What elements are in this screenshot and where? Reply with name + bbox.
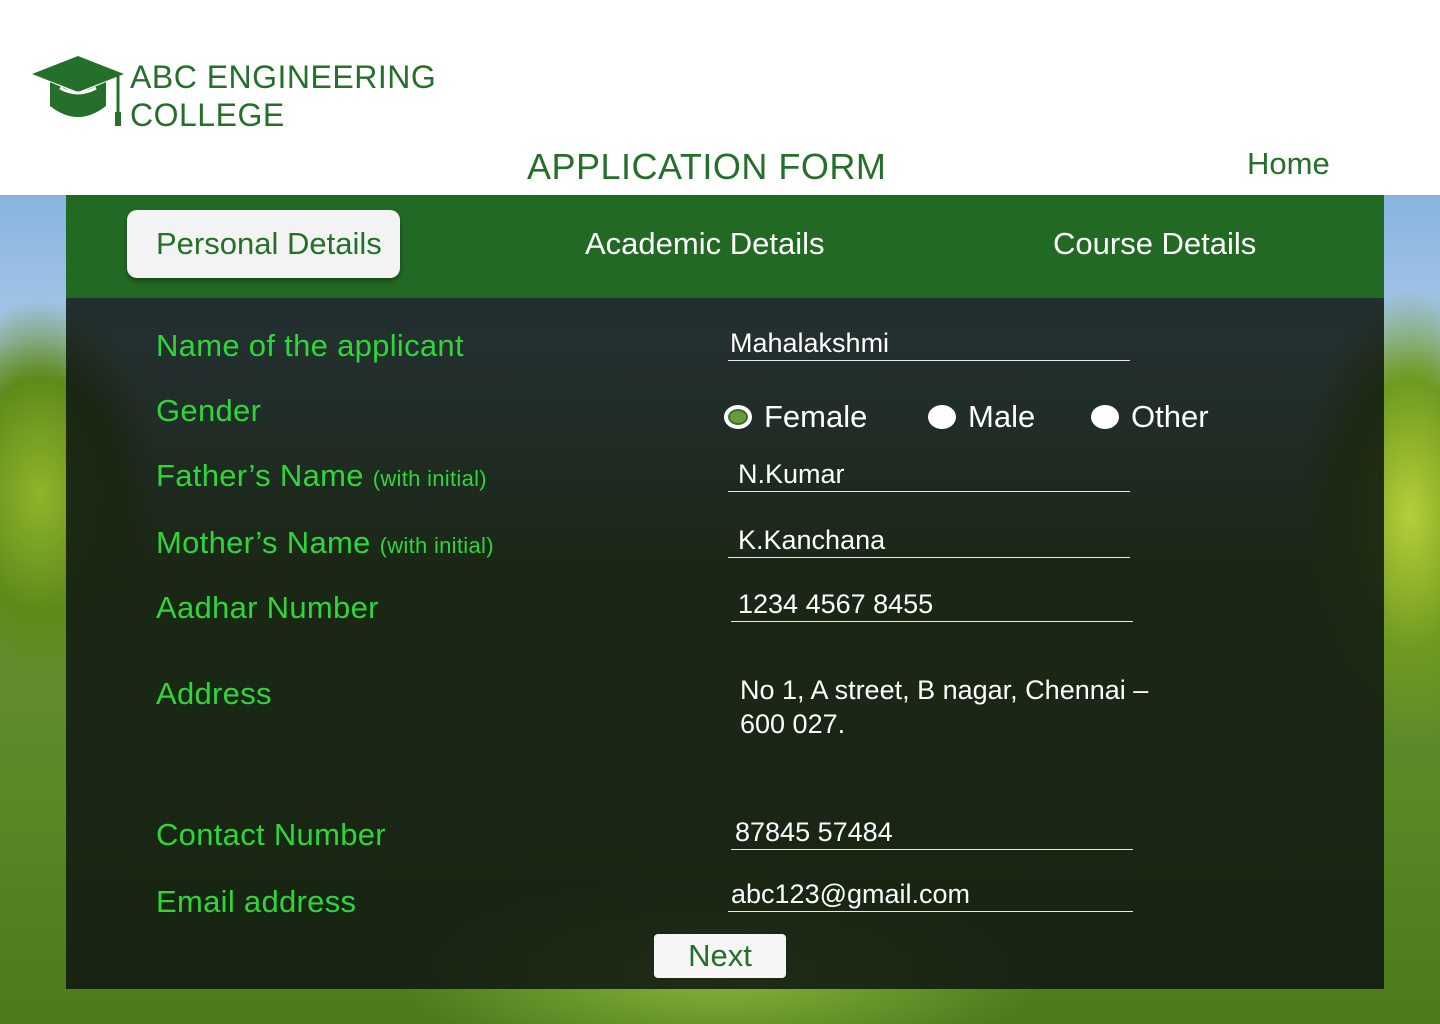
contact-number-input[interactable]: 87845 57484 [731, 814, 1133, 850]
radio-unchecked-icon [928, 405, 956, 429]
mother-name-label-text: Mother’s Name [156, 525, 371, 560]
email-label: Email address [156, 884, 357, 919]
mother-name-label: Mother’s Name (with initial) [156, 525, 494, 561]
father-name-label: Father’s Name (with initial) [156, 458, 487, 494]
page-title: APPLICATION FORM [527, 146, 887, 187]
email-input[interactable]: abc123@gmail.com [728, 876, 1133, 912]
college-name-line2: COLLEGE [130, 97, 285, 133]
tab-bar: Personal Details Academic Details Course… [66, 195, 1384, 298]
address-line2: 600 027. [740, 709, 846, 739]
gender-radio-other[interactable]: Other [1091, 397, 1209, 437]
college-name-line1: ABC ENGINEERING [130, 59, 437, 95]
tab-academic-details[interactable]: Academic Details [585, 210, 824, 278]
page-header: ABC ENGINEERING COLLEGE APPLICATION FORM… [0, 0, 1440, 195]
tab-personal-details[interactable]: Personal Details [127, 210, 400, 278]
gender-option-male: Male [968, 399, 1036, 434]
father-name-label-text: Father’s Name [156, 458, 364, 493]
gender-radio-female[interactable]: Female [724, 397, 867, 437]
contact-number-label: Contact Number [156, 817, 386, 852]
college-name: ABC ENGINEERING COLLEGE [130, 58, 436, 134]
home-link[interactable]: Home [1247, 146, 1330, 182]
father-name-hint: (with initial) [372, 466, 487, 491]
name-input[interactable]: Mahalakshmi [728, 325, 1130, 361]
address-textarea[interactable]: No 1, A street, B nagar, Chennai – 600 0… [740, 673, 1200, 741]
tab-course-details[interactable]: Course Details [1053, 210, 1256, 278]
aadhar-input[interactable]: 1234 4567 8455 [731, 586, 1133, 622]
mother-name-input[interactable]: K.Kanchana [728, 522, 1130, 558]
address-label: Address [156, 676, 272, 711]
gender-radio-male[interactable]: Male [928, 397, 1035, 437]
radio-unchecked-icon [1091, 405, 1119, 429]
gender-option-other: Other [1131, 399, 1209, 434]
graduation-cap-icon [32, 56, 124, 126]
address-line1: No 1, A street, B nagar, Chennai – [740, 675, 1149, 705]
father-name-input[interactable]: N.Kumar [728, 456, 1130, 492]
form-panel: Personal Details Academic Details Course… [66, 195, 1384, 989]
aadhar-label: Aadhar Number [156, 590, 379, 625]
mother-name-hint: (with initial) [379, 533, 494, 558]
name-label: Name of the applicant [156, 328, 464, 363]
gender-label: Gender [156, 393, 262, 428]
radio-checked-icon [724, 405, 752, 429]
next-button[interactable]: Next [654, 934, 786, 978]
gender-option-female: Female [764, 399, 868, 434]
